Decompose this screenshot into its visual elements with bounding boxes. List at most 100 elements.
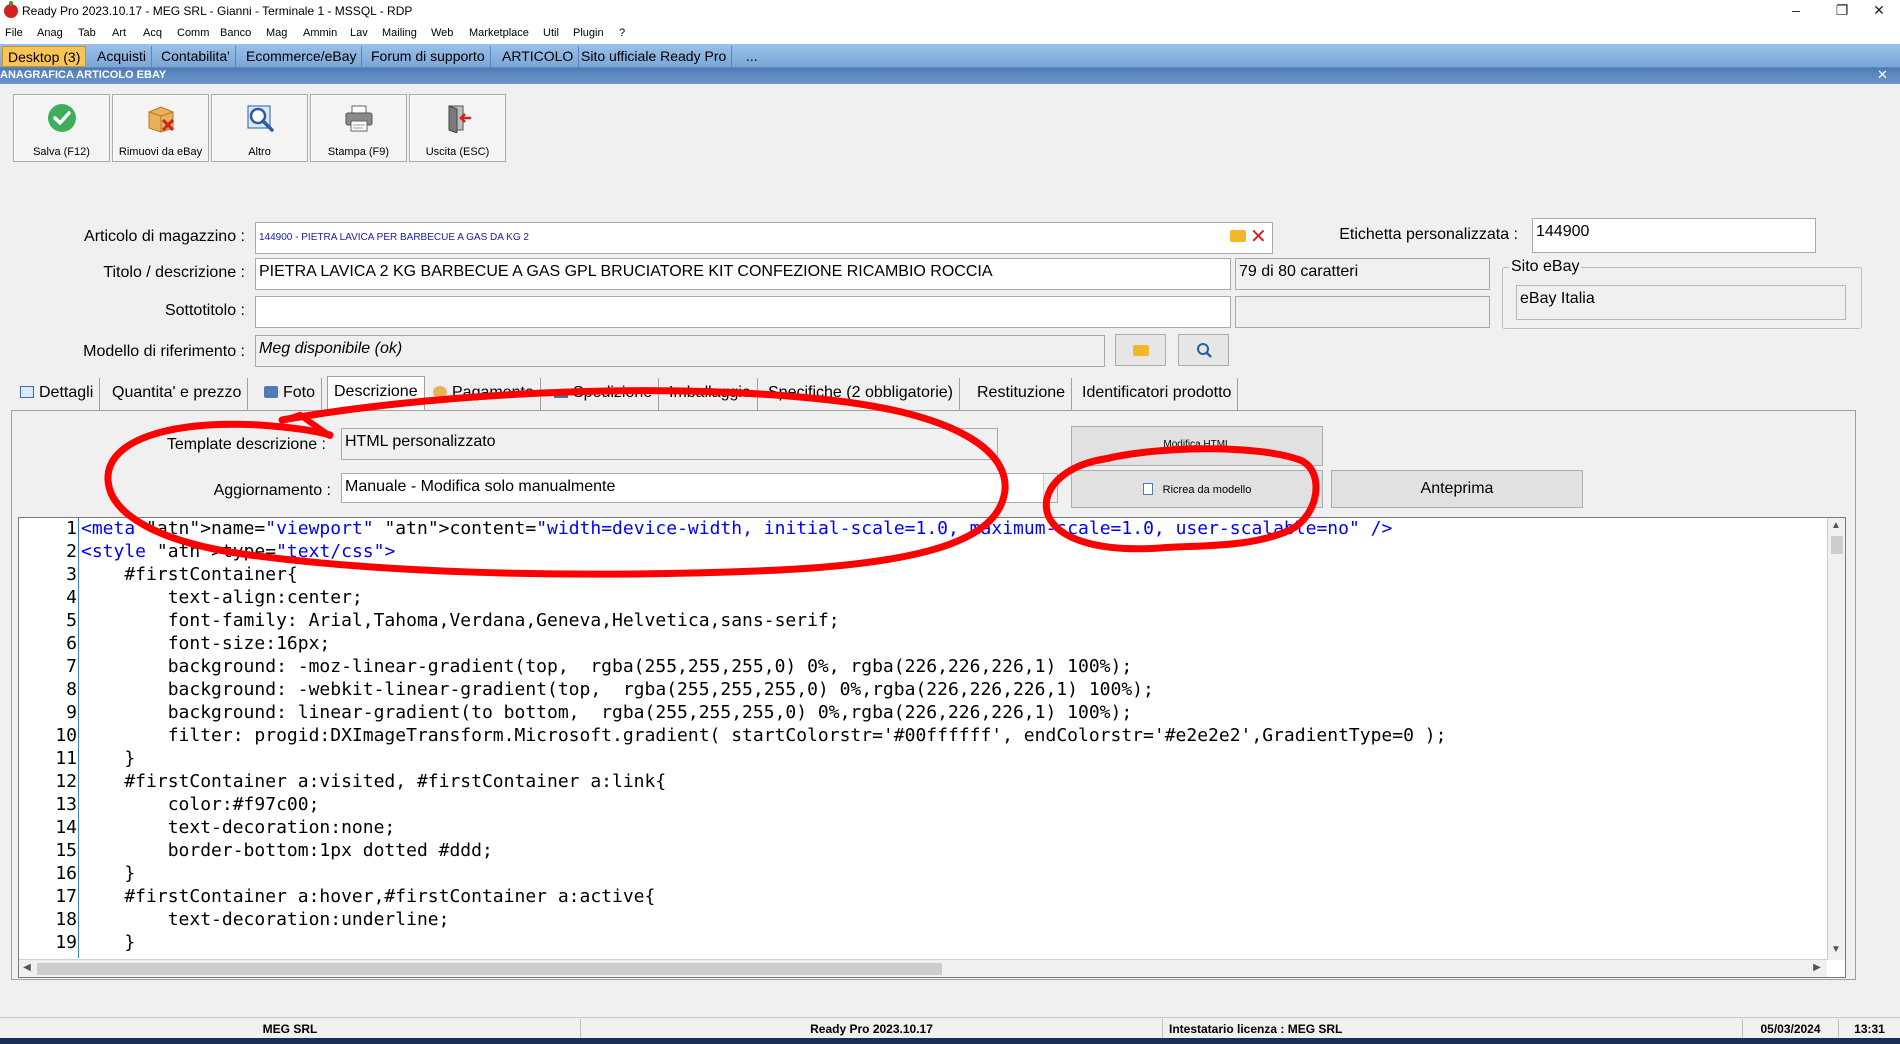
- code-line[interactable]: font-size:16px;: [81, 633, 331, 654]
- code-line[interactable]: #firstContainer a:hover,#firstContainer …: [81, 886, 655, 907]
- other-button[interactable]: Altro: [211, 94, 308, 162]
- close-window-button[interactable]: ✕: [1856, 0, 1900, 22]
- tab-descrizione[interactable]: Descrizione: [327, 376, 425, 411]
- titolo-field[interactable]: PIETRA LAVICA 2 KG BARBECUE A GAS GPL BR…: [255, 258, 1231, 290]
- document-icon: [1142, 483, 1153, 495]
- code-line[interactable]: }: [81, 748, 135, 769]
- menu-mailing[interactable]: Mailing: [382, 27, 417, 39]
- modello-label: Modello di riferimento :: [83, 343, 245, 360]
- line-number: 18: [55, 909, 77, 930]
- menu-plugin[interactable]: Plugin: [573, 27, 604, 39]
- scroll-down-icon[interactable]: ▼: [1828, 942, 1844, 958]
- etichetta-field[interactable]: 144900: [1532, 218, 1816, 253]
- modifica-html-button[interactable]: Modifica HTML: [1071, 426, 1323, 466]
- minimize-button[interactable]: ‒: [1773, 0, 1819, 22]
- check-icon: [48, 104, 76, 132]
- scroll-up-icon[interactable]: ▲: [1828, 518, 1844, 534]
- tab-foto[interactable]: Foto: [258, 378, 323, 410]
- code-line[interactable]: font-family: Arial,Tahoma,Verdana,Geneva…: [81, 610, 840, 631]
- modifica-html-label: Modifica HTML: [1163, 439, 1231, 450]
- code-line[interactable]: }: [81, 863, 135, 884]
- tab-restituzione[interactable]: Restituzione: [971, 378, 1073, 410]
- doc-tab-contabilita[interactable]: Contabilita': [156, 46, 236, 67]
- tab-identificatori-label: Identificatori prodotto: [1082, 384, 1232, 401]
- doc-tab-sito[interactable]: Sito ufficiale Ready Pro: [576, 46, 733, 67]
- code-line[interactable]: filter: progid:DXImageTransform.Microsof…: [81, 725, 1447, 746]
- horizontal-scroll-thumb[interactable]: [37, 963, 942, 975]
- line-number: 16: [55, 863, 77, 884]
- code-line[interactable]: #firstContainer{: [81, 564, 297, 585]
- doc-tab-ecommerce[interactable]: Ecommerce/eBay: [241, 46, 363, 67]
- tab-descrizione-label: Descrizione: [334, 383, 418, 400]
- template-field[interactable]: HTML personalizzato: [341, 428, 998, 460]
- chevron-down-icon[interactable]: ▼: [1043, 474, 1057, 502]
- menu-art[interactable]: Art: [112, 27, 126, 39]
- menu-util[interactable]: Util: [543, 27, 559, 39]
- tab-foto-label: Foto: [283, 384, 316, 401]
- tab-pagamento[interactable]: Pagamento: [427, 378, 541, 410]
- doc-tab-articolo[interactable]: ARTICOLO: [497, 46, 580, 67]
- vertical-scrollbar[interactable]: ▲ ▼: [1827, 518, 1845, 960]
- code-line[interactable]: background: -moz-linear-gradient(top, rg…: [81, 656, 1133, 677]
- menu-help[interactable]: ?: [619, 27, 625, 39]
- code-line[interactable]: color:#f97c00;: [81, 794, 320, 815]
- menu-lav[interactable]: Lav: [350, 27, 368, 39]
- menu-file[interactable]: File: [5, 27, 23, 39]
- line-number-gutter: 1 2 3 4 5 6 7 8 9 10 11 12 13 14 15 16 17 18 19: [19, 518, 77, 958]
- code-line[interactable]: #firstContainer a:visited, #firstContain…: [81, 771, 666, 792]
- clear-icon[interactable]: ✕: [1250, 224, 1267, 249]
- menu-marketplace[interactable]: Marketplace: [469, 27, 529, 39]
- anteprima-button[interactable]: Anteprima: [1331, 470, 1583, 508]
- tab-quantita-prezzo[interactable]: Quantita' e prezzo: [106, 378, 249, 410]
- tab-specifiche[interactable]: Specifiche (2 obbligatorie): [762, 378, 960, 410]
- menu-mag[interactable]: Mag: [266, 27, 287, 39]
- window-title: Ready Pro 2023.10.17 - MEG SRL - Gianni …: [22, 4, 413, 18]
- code-line[interactable]: }: [81, 932, 135, 953]
- form-close-button[interactable]: ✕: [1877, 67, 1888, 83]
- code-line[interactable]: text-align:center;: [81, 587, 363, 608]
- ricrea-da-modello-button[interactable]: Ricrea da modello: [1071, 470, 1323, 508]
- menu-comm[interactable]: Comm: [177, 27, 209, 39]
- code-line[interactable]: <style "atn">type="text/css">: [81, 541, 395, 562]
- exit-button[interactable]: Uscita (ESC): [409, 94, 506, 162]
- print-button[interactable]: Stampa (F9): [310, 94, 407, 162]
- code-area[interactable]: <meta "atn">name="viewport" "atn">conten…: [81, 518, 1841, 958]
- shipping-icon: [554, 389, 568, 398]
- code-line[interactable]: text-decoration:none;: [81, 817, 396, 838]
- folder-icon[interactable]: [1230, 230, 1246, 242]
- sottotitolo-field[interactable]: [255, 296, 1231, 328]
- horizontal-scrollbar[interactable]: ◀ ▶: [19, 959, 1827, 977]
- tab-imballaggio[interactable]: Imballaggio: [663, 378, 758, 410]
- menu-tab[interactable]: Tab: [78, 27, 96, 39]
- menu-ammin[interactable]: Ammin: [303, 27, 337, 39]
- menu-web[interactable]: Web: [431, 27, 453, 39]
- remove-from-ebay-button[interactable]: Rimuovi da eBay: [112, 94, 209, 162]
- menu-banco[interactable]: Banco: [220, 27, 251, 39]
- code-line[interactable]: border-bottom:1px dotted #ddd;: [81, 840, 493, 861]
- save-button[interactable]: Salva (F12): [13, 94, 110, 162]
- doc-tab-desktop[interactable]: Desktop (3): [2, 46, 87, 67]
- aggiornamento-select[interactable]: Manuale - Modifica solo manualmente ▼: [341, 473, 1058, 503]
- modello-open-button[interactable]: [1115, 334, 1166, 366]
- scroll-right-icon[interactable]: ▶: [1809, 960, 1825, 976]
- tab-identificatori[interactable]: Identificatori prodotto: [1076, 378, 1239, 410]
- sito-ebay-label: Sito eBay: [1509, 258, 1582, 276]
- line-number: 6: [66, 633, 77, 654]
- articolo-field[interactable]: 144900 - PIETRA LAVICA PER BARBECUE A GA…: [255, 222, 1273, 254]
- tab-dettagli[interactable]: Dettagli: [14, 378, 101, 410]
- code-line[interactable]: background: linear-gradient(to bottom, r…: [81, 702, 1133, 723]
- scroll-left-icon[interactable]: ◀: [19, 960, 35, 976]
- code-line[interactable]: background: -webkit-linear-gradient(top,…: [81, 679, 1154, 700]
- modello-field[interactable]: Meg disponibile (ok): [255, 335, 1105, 367]
- modello-search-button[interactable]: [1178, 334, 1229, 366]
- vertical-scroll-thumb[interactable]: [1831, 536, 1843, 554]
- menu-anag[interactable]: Anag: [37, 27, 63, 39]
- html-code-editor[interactable]: 1 2 3 4 5 6 7 8 9 10 11 12 13 14 15 16 17 18 19 <meta "atn…: [18, 517, 1846, 978]
- doc-tab-more[interactable]: ...: [741, 46, 763, 67]
- menu-acq[interactable]: Acq: [143, 27, 162, 39]
- doc-tab-acquisti[interactable]: Acquisti: [92, 46, 153, 67]
- doc-tab-forum[interactable]: Forum di supporto: [366, 46, 491, 67]
- code-line[interactable]: text-decoration:underline;: [81, 909, 450, 930]
- code-line[interactable]: <meta "atn">name="viewport" "atn">conten…: [81, 518, 1392, 539]
- tab-spedizione[interactable]: Spedizione: [548, 378, 660, 410]
